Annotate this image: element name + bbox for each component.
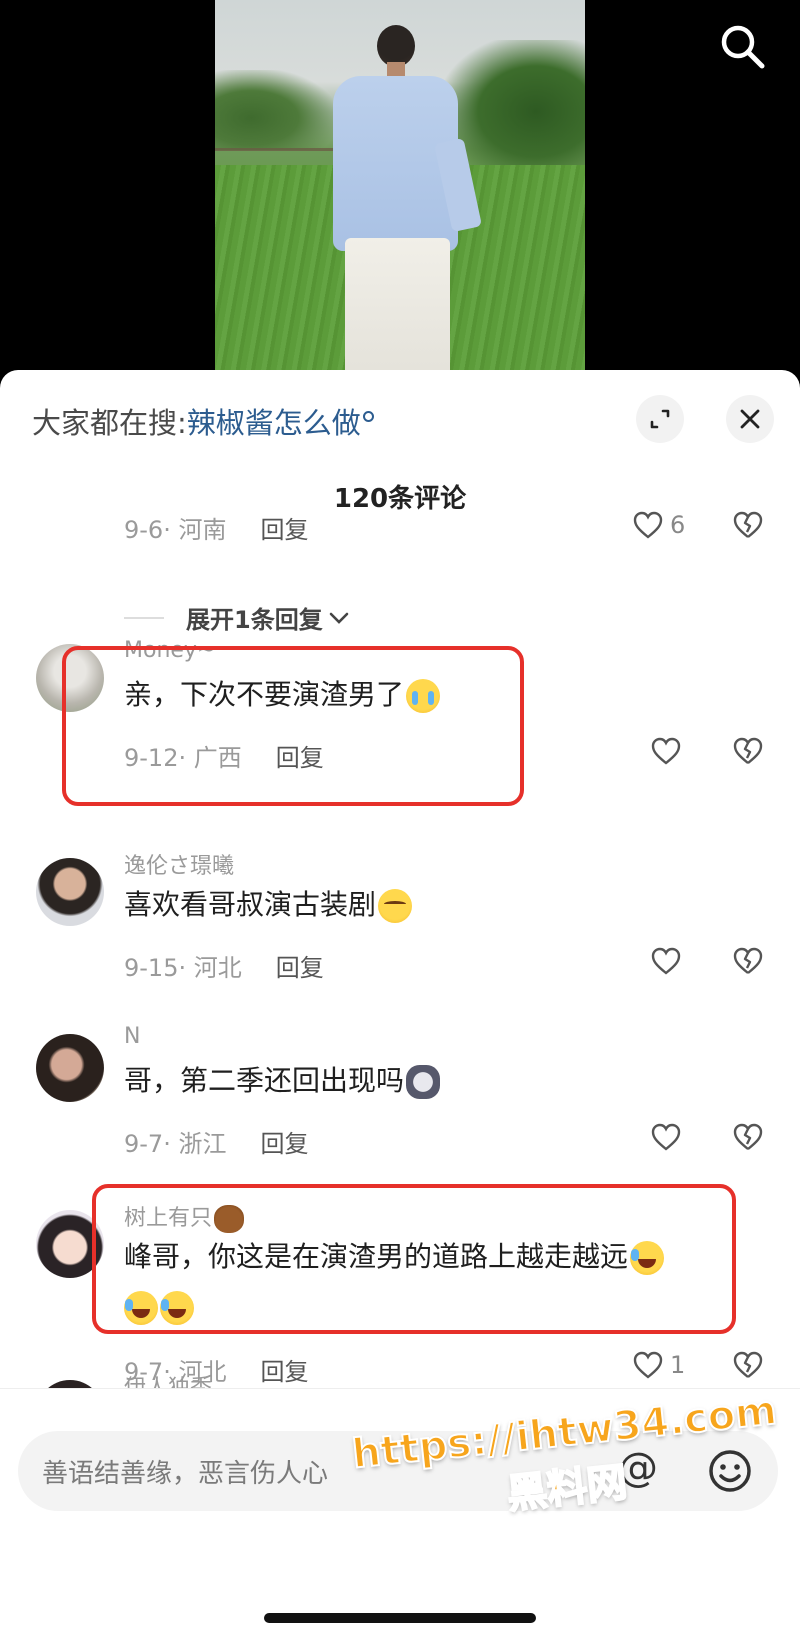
cat-face-emoji: [406, 1065, 441, 1099]
search-icon: [721, 25, 765, 69]
highlight-box: [62, 646, 524, 806]
video-frame[interactable]: [215, 0, 585, 372]
comments-panel: 大家都在搜:辣椒酱怎么做 120条评论 9-6· 河南 回复 6 展开1条回复 M…: [0, 370, 800, 1635]
person-head: [377, 25, 415, 67]
reply-button[interactable]: 回复: [260, 516, 308, 544]
expand-replies-label: 展开1条回复: [186, 606, 323, 634]
trending-label: 大家都在搜:: [32, 406, 187, 440]
expand-replies-button[interactable]: 展开1条回复: [124, 600, 351, 635]
comment-location: 河北: [193, 954, 242, 982]
like-button[interactable]: 6: [632, 510, 685, 540]
comment-composer: 善语结善缘，恶言伤人心 @: [0, 1388, 800, 1635]
smiley-icon: [709, 1450, 751, 1492]
comment-item: N 哥，第二季还回出现吗 9-7· 浙江 回复: [0, 1024, 800, 1194]
comment-meta: 9-6· 河南 回复: [124, 510, 308, 545]
comment-date: 9-7: [124, 1130, 164, 1158]
username[interactable]: N: [124, 1024, 140, 1049]
comment-input-placeholder: 善语结善缘，恶言伤人心: [42, 1459, 329, 1489]
trending-query-link[interactable]: 辣椒酱怎么做: [187, 406, 361, 440]
comment-date: 9-15: [124, 954, 179, 982]
mention-button[interactable]: @: [618, 1445, 658, 1491]
person-pants: [345, 238, 450, 372]
divider: [124, 616, 164, 619]
like-button[interactable]: [650, 736, 682, 766]
heart-icon: [651, 1123, 681, 1151]
comment-text: 喜欢看哥叔演古装剧: [124, 880, 413, 930]
highlight-box: [92, 1184, 736, 1334]
comment-location: 浙江: [178, 1130, 227, 1158]
comment-item: 逸伦さ璟曦 喜欢看哥叔演古装剧 9-15· 河北 回复: [0, 848, 800, 1018]
meta-separator: ·: [163, 1130, 179, 1158]
broken-heart-icon: [733, 1123, 763, 1150]
reply-button[interactable]: 回复: [276, 954, 324, 982]
comment-meta: 9-7· 浙江 回复: [124, 1124, 308, 1159]
like-count: 6: [670, 511, 686, 539]
chevron-down-icon: [329, 612, 349, 624]
heart-icon: [633, 511, 663, 539]
comment-text-content: 哥，第二季还回出现吗: [124, 1064, 405, 1097]
like-button[interactable]: [650, 946, 682, 976]
close-comments-button[interactable]: [726, 395, 774, 443]
fullscreen-icon: [650, 409, 670, 429]
heart-icon: [651, 947, 681, 975]
comment-input[interactable]: 善语结善缘，恶言伤人心 @: [18, 1431, 778, 1511]
heart-icon: [651, 737, 681, 765]
comment-location: 河南: [178, 516, 227, 544]
dislike-button[interactable]: [732, 946, 764, 980]
dislike-button[interactable]: [732, 510, 764, 544]
reply-button[interactable]: 回复: [260, 1130, 308, 1158]
comment-date: 9-6: [124, 516, 164, 544]
dislike-button[interactable]: [732, 1122, 764, 1156]
trending-search[interactable]: 大家都在搜:辣椒酱怎么做: [32, 400, 374, 442]
fullscreen-button[interactable]: [636, 395, 684, 443]
comment-text: 哥，第二季还回出现吗: [124, 1056, 441, 1106]
broken-heart-icon: [733, 737, 763, 764]
broken-heart-icon: [733, 947, 763, 974]
search-button[interactable]: [718, 22, 768, 72]
relieved-face-emoji: [378, 889, 413, 923]
trees-left: [215, 70, 335, 150]
username[interactable]: 逸伦さ璟曦: [124, 848, 234, 880]
close-icon: [740, 409, 760, 429]
avatar[interactable]: [36, 1034, 104, 1102]
video-player[interactable]: [0, 0, 800, 372]
meta-separator: ·: [163, 516, 179, 544]
home-indicator: [264, 1613, 536, 1623]
emoji-picker-button[interactable]: [706, 1447, 754, 1495]
dislike-button[interactable]: [732, 736, 764, 770]
comment-text-content: 喜欢看哥叔演古装剧: [124, 888, 377, 921]
avatar[interactable]: [36, 858, 104, 926]
like-button[interactable]: [650, 1122, 682, 1152]
meta-separator: ·: [178, 954, 194, 982]
broken-heart-icon: [733, 511, 763, 538]
comment-meta: 9-15· 河北 回复: [124, 948, 324, 983]
trending-search-icon: [362, 411, 374, 423]
